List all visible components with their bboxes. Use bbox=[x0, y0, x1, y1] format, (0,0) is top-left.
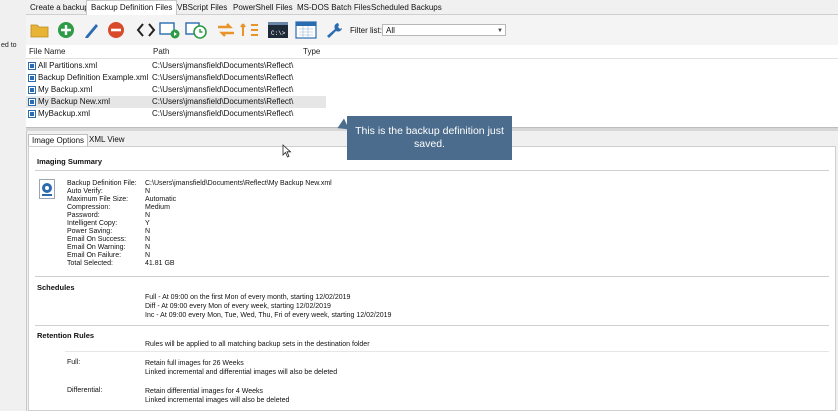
file-name: All Partitions.xml bbox=[38, 61, 98, 70]
summary-label: Email On Warning: bbox=[67, 244, 126, 251]
xml-file-icon bbox=[28, 98, 36, 106]
run-icon[interactable] bbox=[158, 19, 182, 41]
file-path: C:\Users\jmansfield\Documents\Reflect\ bbox=[152, 73, 294, 82]
imaging-summary-title: Imaging Summary bbox=[37, 157, 103, 166]
callout-text: This is the backup definition just saved… bbox=[355, 125, 504, 150]
column-header-type[interactable]: Type bbox=[303, 47, 320, 56]
summary-label: Password: bbox=[67, 212, 100, 219]
tab-powershell-files[interactable]: PowerShell Files bbox=[229, 1, 297, 14]
retention-rules-title: Retention Rules bbox=[37, 331, 95, 340]
xml-file-icon bbox=[28, 62, 36, 70]
file-row[interactable]: MyBackup.xml C:\Users\jmansfield\Documen… bbox=[26, 108, 326, 120]
summary-value: Y bbox=[145, 220, 150, 227]
summary-value: N bbox=[145, 228, 151, 235]
details-panel: Imaging Summary Backup Definition File: … bbox=[28, 146, 836, 411]
schedule-icon[interactable] bbox=[184, 19, 208, 41]
settings-wrench-icon[interactable] bbox=[322, 19, 346, 41]
app-window: Create a backup Backup Definition Files … bbox=[26, 0, 838, 411]
tab-msdos-batch-files[interactable]: MS-DOS Batch Files bbox=[293, 1, 375, 14]
add-icon[interactable] bbox=[54, 19, 78, 41]
file-list: File Name Path Type All Partitions.xml C… bbox=[26, 45, 838, 127]
summary-value: N bbox=[145, 188, 151, 195]
summary-label: Email On Failure: bbox=[67, 252, 122, 259]
summary-label: Email On Success: bbox=[67, 236, 127, 243]
chevron-down-icon: ▼ bbox=[497, 28, 503, 34]
summary-value: 41.81 GB bbox=[145, 260, 175, 267]
tab-create-backup[interactable]: Create a backup bbox=[26, 1, 93, 14]
column-header-file-name[interactable]: File Name bbox=[29, 47, 65, 56]
summary-value: Medium bbox=[145, 204, 170, 211]
refresh-icon[interactable] bbox=[214, 19, 238, 41]
file-row[interactable]: All Partitions.xml C:\Users\jmansfield\D… bbox=[26, 60, 326, 72]
xml-file-icon bbox=[28, 74, 36, 82]
retention-rule-line: Retain differential images for 4 Weeks bbox=[145, 388, 264, 395]
summary-value: N bbox=[145, 212, 151, 219]
summary-label: Backup Definition File: bbox=[67, 180, 137, 187]
schedule-line: Inc - At 09:00 every Mon, Tue, Wed, Thu,… bbox=[145, 312, 392, 319]
command-prompt-text: C:\> bbox=[271, 30, 286, 37]
file-path: C:\Users\jmansfield\Documents\Reflect\ bbox=[152, 97, 294, 106]
header-divider bbox=[26, 58, 838, 59]
section-divider bbox=[35, 170, 829, 171]
section-divider bbox=[35, 276, 829, 277]
summary-value: N bbox=[145, 236, 151, 243]
summary-value: N bbox=[145, 252, 151, 259]
callout-tooltip: This is the backup definition just saved… bbox=[347, 116, 512, 160]
retention-rule-line: Linked incremental images will also be d… bbox=[145, 397, 290, 404]
command-prompt-icon[interactable]: C:\> bbox=[266, 19, 290, 41]
left-panel-strip: ed to bbox=[0, 0, 27, 411]
retention-rule-label: Differential: bbox=[67, 387, 103, 394]
retention-intro: Rules will be applied to all matching ba… bbox=[145, 341, 370, 348]
delete-icon[interactable] bbox=[104, 19, 128, 41]
left-panel-text: ed to bbox=[1, 42, 17, 49]
backup-definition-icon bbox=[39, 179, 55, 199]
schedule-line: Diff - At 09:00 every Mon of every week,… bbox=[145, 303, 331, 310]
summary-value: Automatic bbox=[145, 196, 177, 203]
file-name: Backup Definition Example.xml bbox=[38, 73, 149, 82]
toolbar: C:\> Filter list: All ▼ bbox=[26, 15, 838, 45]
swap-icon[interactable] bbox=[238, 19, 262, 41]
filter-list-value: All bbox=[386, 26, 395, 35]
summary-label: Maximum File Size: bbox=[67, 196, 129, 203]
xml-file-icon bbox=[28, 110, 36, 118]
section-divider bbox=[65, 351, 829, 352]
filter-list-label: Filter list: bbox=[350, 26, 382, 35]
tab-xml-view[interactable]: XML View bbox=[86, 134, 128, 146]
summary-value: C:\Users\jmansfield\Documents\Reflect\My… bbox=[145, 180, 332, 187]
tab-scheduled-backups[interactable]: Scheduled Backups bbox=[367, 1, 446, 14]
filter-list-select[interactable]: All ▼ bbox=[382, 24, 506, 36]
summary-label: Intelligent Copy: bbox=[67, 220, 118, 227]
file-row[interactable]: Backup Definition Example.xml C:\Users\j… bbox=[26, 72, 326, 84]
file-path: C:\Users\jmansfield\Documents\Reflect\ bbox=[152, 61, 294, 70]
file-row[interactable]: My Backup.xml C:\Users\jmansfield\Docume… bbox=[26, 84, 326, 96]
file-path: C:\Users\jmansfield\Documents\Reflect\ bbox=[152, 85, 294, 94]
main-tab-bar: Create a backup Backup Definition Files … bbox=[26, 0, 838, 15]
file-name: MyBackup.xml bbox=[38, 109, 91, 118]
summary-label: Compression: bbox=[67, 204, 111, 211]
retention-rule-label: Full: bbox=[67, 359, 81, 366]
file-name: My Backup New.xml bbox=[38, 97, 111, 106]
summary-label: Auto Verify: bbox=[67, 188, 103, 195]
retention-rule-line: Linked incremental and differential imag… bbox=[145, 369, 338, 376]
schedules-title: Schedules bbox=[37, 283, 75, 292]
retention-rule-line: Retain full images for 26 Weeks bbox=[145, 360, 244, 367]
file-path: C:\Users\jmansfield\Documents\Reflect\ bbox=[152, 109, 294, 118]
xml-file-icon bbox=[28, 86, 36, 94]
calendar-icon[interactable] bbox=[294, 19, 318, 41]
summary-label: Power Saving: bbox=[67, 228, 113, 235]
summary-value: N bbox=[145, 244, 151, 251]
section-divider bbox=[35, 325, 829, 326]
edit-icon[interactable] bbox=[80, 19, 104, 41]
tab-vbscript-files[interactable]: VBScript Files bbox=[173, 1, 231, 14]
file-name: My Backup.xml bbox=[38, 85, 93, 94]
file-row-selected[interactable]: My Backup New.xml C:\Users\jmansfield\Do… bbox=[26, 96, 326, 108]
folder-open-icon[interactable] bbox=[28, 19, 52, 41]
tab-backup-definition-files[interactable]: Backup Definition Files bbox=[86, 0, 178, 15]
column-header-path[interactable]: Path bbox=[153, 47, 169, 56]
code-icon[interactable] bbox=[134, 19, 158, 41]
summary-label: Total Selected: bbox=[67, 260, 113, 267]
schedule-line: Full - At 09:00 on the first Mon of ever… bbox=[145, 294, 351, 301]
mouse-cursor-icon bbox=[282, 144, 292, 158]
